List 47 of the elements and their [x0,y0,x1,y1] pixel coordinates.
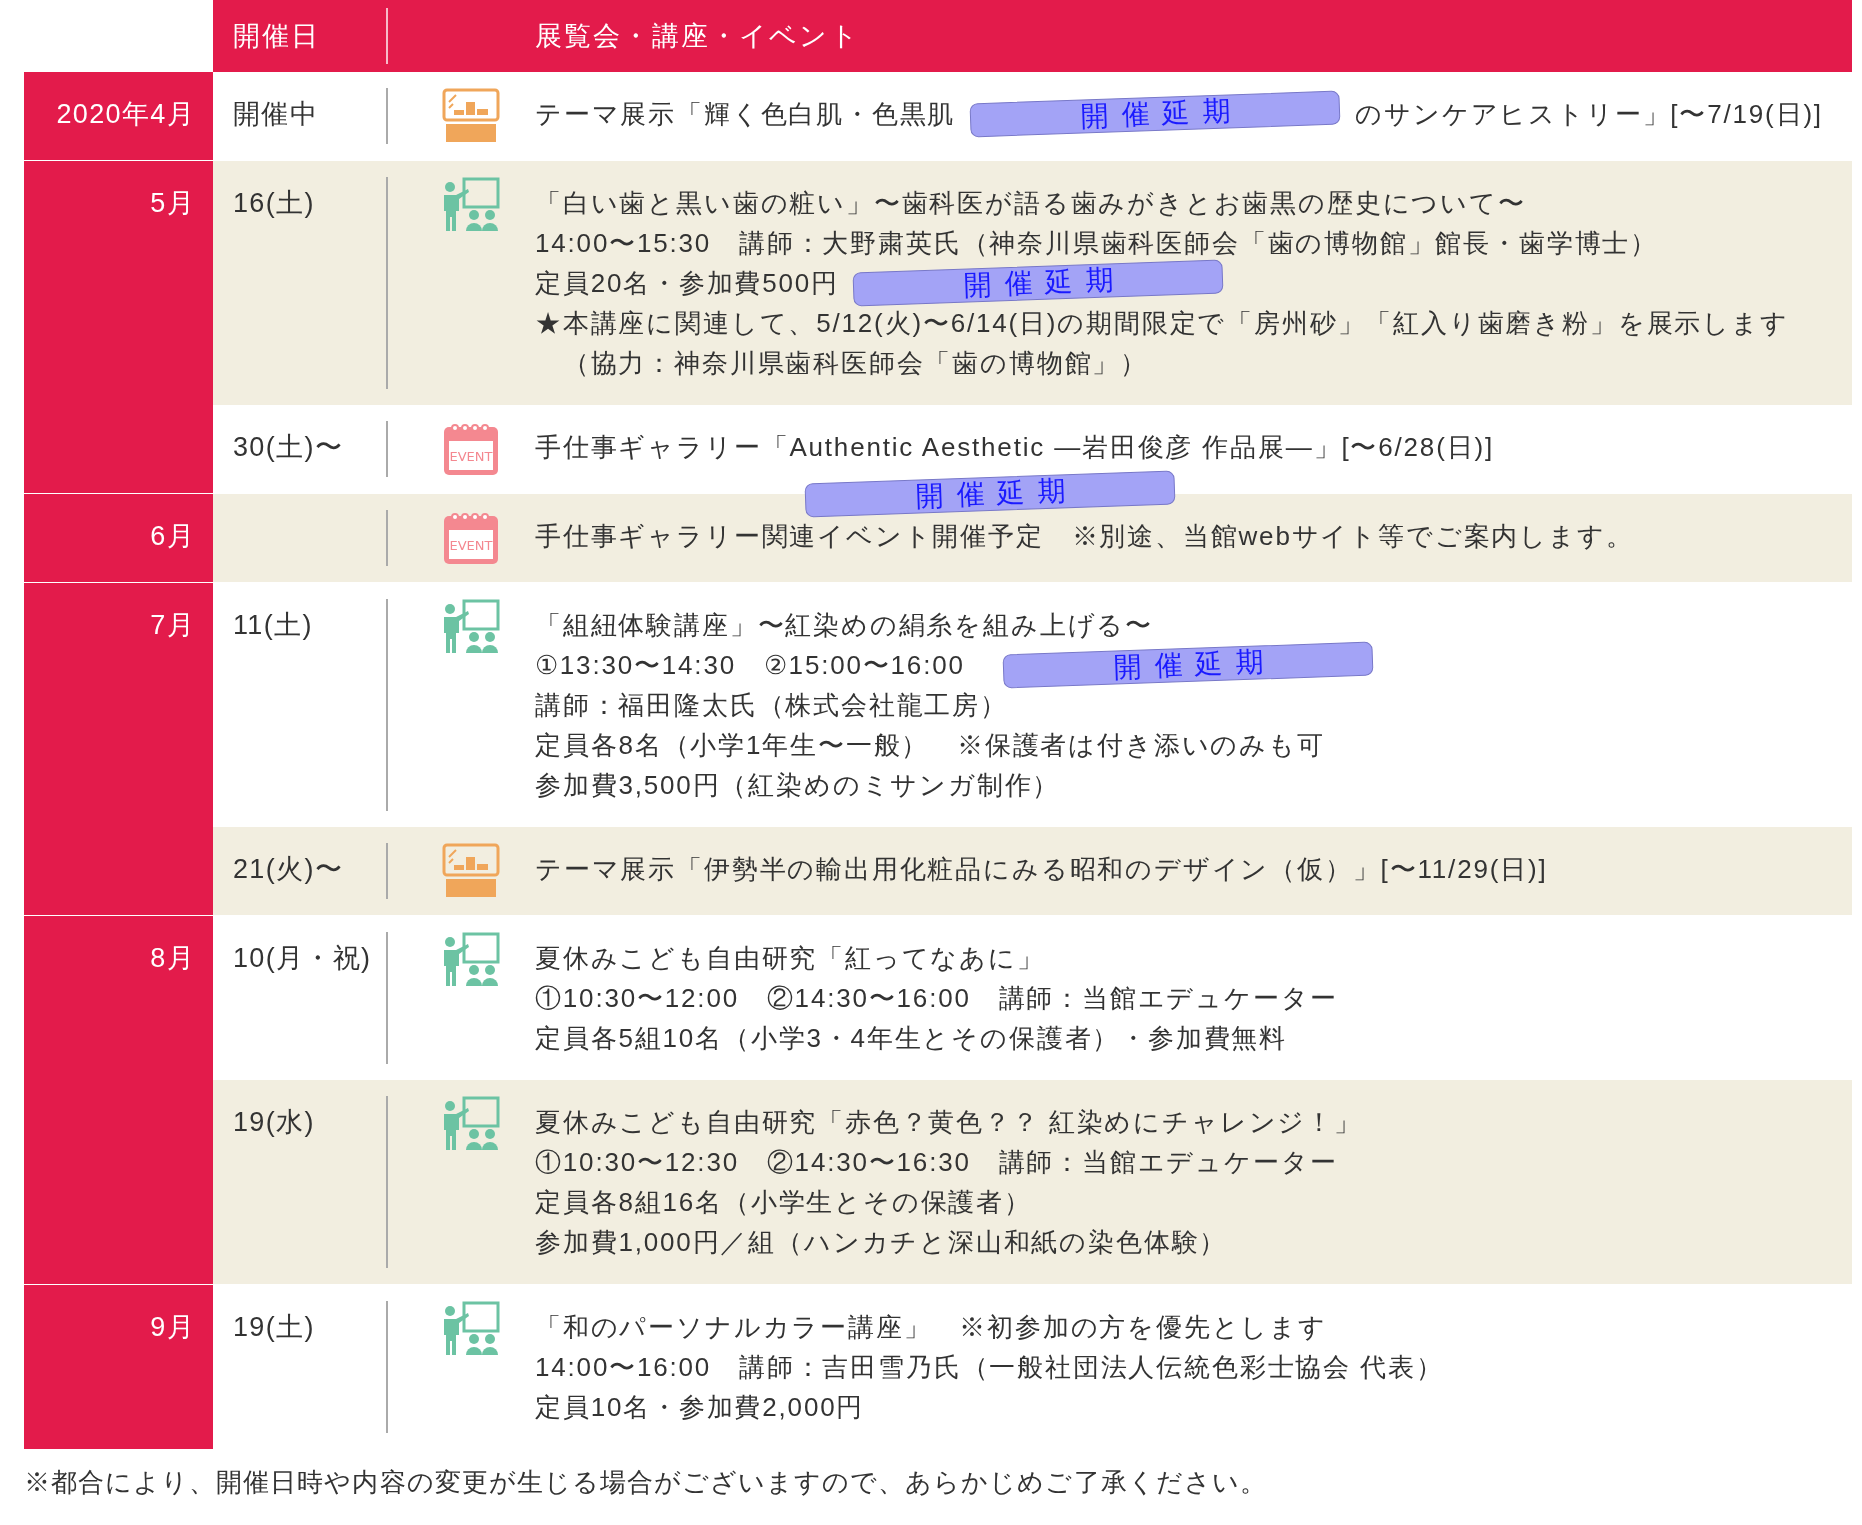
event-date: 開催中 [233,99,319,129]
event-detail-line: 定員各5組10名（小学3・4年生とその保護者）・参加費無料 [535,1023,1288,1053]
footnote: ※都合により、開催日時や内容の変更が生じる場合がございますので、あらかじめご了承ください。 [24,1466,1268,1499]
postponed-stamp: 開催延期 [852,259,1224,307]
event-detail-line: 14:00〜16:00 講師：吉田雪乃氏（一般社団法人伝統色彩士協会 代表） [535,1352,1444,1382]
event-detail-line: 「和のパーソナルカラー講座」 ※初参加の方を優先とします [535,1312,1327,1342]
event-detail-line: ①13:30〜14:30 ②15:00〜16:00 [535,650,965,680]
event-detail-line: 定員各8組16名（小学生とその保護者） [535,1187,1032,1217]
event-detail-line: 定員10名・参加費2,000円 [535,1392,865,1422]
column-header: 展覧会・講座・イベント [535,19,860,53]
event-detail-line: 定員20名・参加費500円 [535,268,839,298]
event-date: 16(土) [233,188,315,218]
event-detail-line: 参加費1,000円／組（ハンカチと深山和紙の染色体験） [535,1227,1228,1257]
event-detail-line: 手仕事ギャラリー関連イベント開催予定 ※別途、当館webサイト等でご案内します。 [535,521,1634,551]
month-cell: 9月 [24,1285,213,1449]
event-detail-line: ①10:30〜12:30 ②14:30〜16:30 講師：当館エデュケーター [535,1147,1338,1177]
display-case-icon [440,843,502,899]
postponed-stamp: 開催延期 [1002,641,1374,689]
event-detail-line: 定員各8名（小学1年生〜一般） ※保護者は付き添いのみも可 [535,730,1325,760]
event-detail-line: ①10:30〜12:00 ②14:30〜16:00 講師：当館エデュケーター [535,983,1338,1013]
column-header: 開催日 [233,19,321,53]
event-date: 19(水) [233,1107,315,1137]
event-date: 19(土) [233,1312,315,1342]
event-detail-line: 14:00〜15:30 講師：大野粛英氏（神奈川県歯科医師会「歯の博物館」館長・歯学博士） [535,228,1659,258]
event-detail-line: 手仕事ギャラリー「Authentic Aesthetic ―岩田俊彦 作品展―」[〜6/28(日)] [535,432,1494,462]
event-title: テーマ展示「輝く色白肌・色黒肌 [535,98,956,131]
month-cell: 7月 [24,583,213,915]
event-date: 10(月・祝) [233,943,372,973]
event-date: 21(火)〜 [233,854,344,884]
month-cell: 2020年4月 [24,72,213,160]
event-detail-line: 参加費3,500円（紅染めのミサンガ制作） [535,770,1061,800]
event-detail-line: ★本講座に関連して、5/12(火)〜6/14(日)の期間限定で「房州砂」「紅入り歯磨き粉」を展示します [535,308,1789,338]
display-case-icon [440,88,502,144]
event-detail-line: 夏休みこども自由研究「赤色？黄色？？ 紅染めにチャレンジ！」 [535,1107,1362,1137]
event-date: 11(土) [233,610,313,640]
event-date: 30(土)〜 [233,432,344,462]
event-detail-line: 「白い歯と黒い歯の粧い」〜歯科医が語る歯みがきとお歯黒の歴史について〜 [535,188,1526,218]
month-cell: 5月 [24,161,213,493]
event-detail-line: 夏休みこども自由研究「紅ってなあに」 [535,943,1045,973]
month-cell: 8月 [24,916,213,1284]
event-detail-line: 「組紐体験講座」〜紅染めの絹糸を組み上げる〜 [535,610,1154,640]
event-detail-line: テーマ展示「伊勢半の輸出用化粧品にみる昭和のデザイン（仮）」[〜11/29(日)] [535,854,1548,884]
event-title: のサンケアヒストリー」[〜7/19(日)] [1355,98,1823,131]
event-detail-line: （協力：神奈川県歯科医師会「歯の博物館」） [561,348,1149,378]
month-cell: 6月 [24,494,213,582]
event-detail-line: 講師：福田隆太氏（株式会社龍工房） [535,690,1008,720]
postponed-stamp: 開催延期 [969,90,1341,138]
